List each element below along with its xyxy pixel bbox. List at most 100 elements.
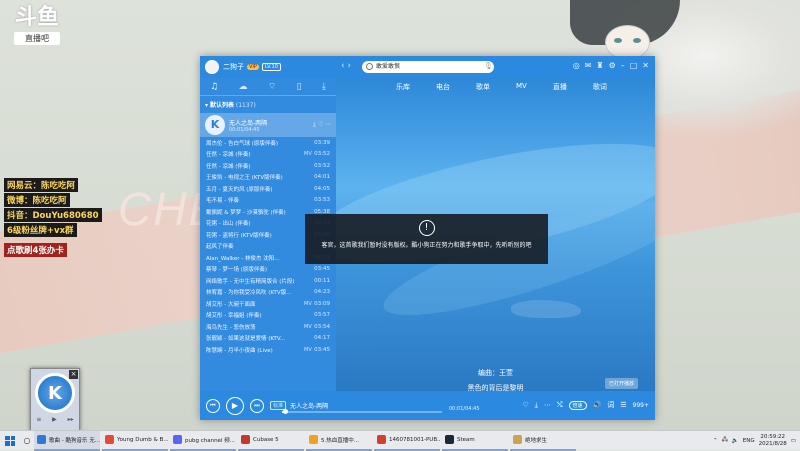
playlist-count-badge[interactable]: 999+: [633, 402, 649, 409]
search-icon[interactable]: [366, 63, 373, 70]
song-row[interactable]: 任然 - 凉城 (伴奏) 03:52: [200, 160, 336, 172]
mv-badge[interactable]: MV: [304, 301, 312, 307]
song-duration: 04:17: [314, 335, 330, 342]
next-icon[interactable]: ⏭: [250, 398, 264, 413]
taskbar-app-button[interactable]: 1460781001-PUB...: [374, 431, 440, 451]
song-row[interactable]: 王俊凯 - 电视之王 (KTV版伴奏) 04:01: [200, 172, 336, 184]
song-row[interactable]: 张靓颖 - 如果这就是爱情 (KTV... 04:17: [200, 333, 336, 345]
language-indicator[interactable]: ENG: [743, 438, 755, 444]
username[interactable]: 二狗子: [223, 62, 244, 72]
heart-icon[interactable]: ♡: [318, 121, 323, 128]
mv-badge[interactable]: MV: [304, 324, 312, 330]
mini-player-controls[interactable]: ≡ ▶ ▸▸: [31, 416, 79, 423]
music-icon[interactable]: ♫: [210, 82, 218, 92]
taskbar-app-button[interactable]: 歌曲 - 酷狗音乐 无...: [34, 430, 100, 451]
song-row[interactable]: 任然 - 凉城 (伴奏) MV 03:52: [200, 149, 336, 161]
nav-arrows[interactable]: ‹ ›: [341, 61, 351, 71]
tab-lyrics[interactable]: 歌词: [593, 82, 607, 92]
song-name: 胡艾彤 - 幸福姐 (伴奏): [206, 313, 262, 320]
song-row[interactable]: 林宥嘉 - 为你我受冷风吹 (KTV版... 04:23: [200, 287, 336, 299]
progress-knob[interactable]: [283, 409, 289, 414]
settings-icon[interactable]: ⚙: [609, 61, 616, 70]
playlist-header[interactable]: ▾ 默认列表 (1137): [200, 96, 336, 113]
speaker-icon[interactable]: 🔈: [732, 438, 739, 444]
playlist-icon[interactable]: ☰: [620, 401, 626, 409]
heart-icon[interactable]: ♡: [523, 401, 529, 409]
next-icon[interactable]: ▸▸: [68, 416, 74, 423]
song-row[interactable]: 蔡琴 - 梦一场 (原版伴奏) 03:45: [200, 264, 336, 276]
taskbar-app-button[interactable]: 绝地求生: [510, 431, 576, 451]
playlist-title: 默认列表: [209, 102, 234, 109]
taskbar-app-button[interactable]: pubg channel 频...: [170, 431, 236, 451]
cloud-icon[interactable]: ☁: [239, 82, 248, 92]
radio-icon[interactable]: ⌔: [268, 81, 276, 92]
tab-playlists[interactable]: 歌单: [476, 82, 490, 92]
notification-icon[interactable]: ▭: [791, 438, 796, 444]
minimize-icon[interactable]: –: [621, 61, 625, 70]
song-row[interactable]: 五月 - 夏天的风 (原版伴奏) 04:05: [200, 183, 336, 195]
progress-bar[interactable]: [282, 409, 442, 414]
message-icon[interactable]: ✉: [585, 61, 592, 70]
song-row[interactable]: 毛不易 - 伴奏 03:53: [200, 195, 336, 207]
speed-button[interactable]: 倍速: [568, 400, 587, 410]
skin-icon[interactable]: ♜: [596, 61, 603, 70]
search-icon[interactable]: ○: [20, 431, 34, 451]
taskbar-app-button[interactable]: 5.热血直播中...: [306, 431, 372, 451]
download-icon[interactable]: ⤓: [535, 401, 538, 410]
tab-library[interactable]: 乐库: [396, 82, 410, 92]
shuffle-icon[interactable]: ⤭: [557, 401, 563, 410]
chevron-up-icon[interactable]: ⌃: [713, 438, 718, 444]
song-row[interactable]: 周杰伦 - 告白气球 (原版伴奏) 03:39: [200, 137, 336, 149]
song-duration: 04:23: [314, 289, 330, 296]
taskbar-app-button[interactable]: Cubase 5: [238, 431, 304, 451]
menu-icon[interactable]: ≡: [36, 416, 41, 423]
mini-player[interactable]: × K ≡ ▶ ▸▸: [30, 368, 80, 432]
download-icon[interactable]: ⤓: [313, 121, 316, 128]
more-icon[interactable]: ⋯: [544, 401, 551, 409]
network-icon[interactable]: 🖧: [722, 436, 728, 445]
song-row[interactable]: 胡艾彤 - 大碗干面面 MV 03:09: [200, 298, 336, 310]
mini-player-cover[interactable]: K: [35, 373, 75, 413]
microphone-icon[interactable]: 🎙: [484, 62, 493, 70]
close-icon[interactable]: ✕: [642, 61, 649, 70]
status-badge[interactable]: 已打开播放: [605, 378, 639, 389]
download-icon[interactable]: ⤓: [322, 82, 326, 92]
song-name: 海鸟先生 - 悲伤放荡: [206, 324, 256, 331]
app-icon: [377, 435, 386, 444]
maximize-icon[interactable]: □: [630, 61, 638, 70]
taskbar-app-button[interactable]: Steam: [442, 431, 508, 451]
current-song-title: 无人之岛-两隔: [229, 119, 268, 127]
chevron-down-icon[interactable]: ▾: [205, 102, 208, 109]
mv-badge[interactable]: MV: [304, 151, 312, 157]
tab-radio[interactable]: 电台: [436, 82, 450, 92]
song-row[interactable]: 网络歌手 - 无中生有精简版合 (片段) 00:11: [200, 275, 336, 287]
avatar[interactable]: [205, 60, 219, 74]
level-badge: LV.10: [261, 63, 281, 71]
game-icon[interactable]: ◎: [573, 61, 580, 70]
play-icon[interactable]: ▶: [52, 416, 57, 423]
start-button[interactable]: [0, 431, 20, 451]
more-icon[interactable]: ⋯: [325, 121, 331, 128]
song-row[interactable]: 陈慧娴 - 月半小夜曲 (Live) MV 03:45: [200, 344, 336, 356]
phone-icon[interactable]: ▯: [297, 82, 302, 92]
tab-mv[interactable]: MV: [516, 82, 527, 92]
volume-icon[interactable]: 🔊: [593, 401, 602, 409]
search-input[interactable]: 敢爱敢恨: [362, 61, 494, 73]
close-icon[interactable]: ×: [69, 370, 78, 379]
task-label: Young Dumb & B...: [117, 436, 168, 443]
song-row[interactable]: 海鸟先生 - 悲伤放荡 MV 03:54: [200, 321, 336, 333]
taskbar-app-button[interactable]: Young Dumb & B...: [102, 431, 168, 451]
illustration-eye: [633, 38, 641, 43]
tab-live[interactable]: 直播: [553, 82, 567, 92]
play-icon[interactable]: ▶: [226, 396, 244, 415]
previous-icon[interactable]: ⏮: [206, 398, 220, 413]
lyrics-toggle-icon[interactable]: 词: [607, 400, 614, 410]
song-name: 蔡琴 - 梦一场 (原版伴奏): [206, 267, 268, 274]
vip-badge[interactable]: VIP: [247, 64, 259, 70]
app-icon: [513, 435, 522, 444]
song-row[interactable]: 胡艾彤 - 幸福姐 (伴奏) 03:57: [200, 310, 336, 322]
song-duration: 03:45: [314, 266, 330, 273]
clock[interactable]: 20:59:22 2021/8/28: [759, 434, 787, 448]
current-song-row[interactable]: K 无人之岛-两隔 00:01/04:45 ⤓ ♡ ⋯: [200, 113, 336, 137]
mv-badge[interactable]: MV: [304, 347, 312, 353]
